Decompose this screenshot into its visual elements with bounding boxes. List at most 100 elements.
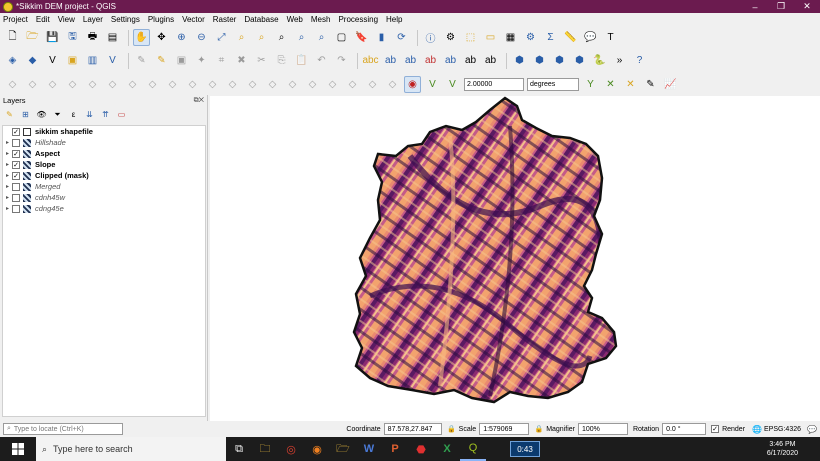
zoom-out-icon[interactable]: ⊖	[193, 29, 210, 46]
digitize-6-icon[interactable]: ◇	[104, 76, 121, 93]
map-canvas[interactable]	[210, 96, 820, 421]
topological-editing-icon[interactable]: Y	[582, 76, 599, 93]
intersection-icon[interactable]: ✕	[602, 76, 619, 93]
label-tool-2-icon[interactable]: ab	[382, 52, 399, 69]
add-virtual-layer-icon[interactable]: V	[104, 52, 121, 69]
digitize-17-icon[interactable]: ◇	[324, 76, 341, 93]
zoom-full-icon[interactable]: ⤢	[213, 29, 230, 46]
digitize-12-icon[interactable]: ◇	[224, 76, 241, 93]
new-project-icon[interactable]: 🗋	[4, 29, 21, 46]
layer-visibility-checkbox[interactable]: ✓	[12, 171, 20, 180]
digitize-19-icon[interactable]: ◇	[364, 76, 381, 93]
help-icon[interactable]: ?	[631, 52, 648, 69]
manage-visibility-icon[interactable]: 👁	[35, 108, 48, 121]
digitize-1-icon[interactable]: ◇	[4, 76, 21, 93]
digitize-4-icon[interactable]: ◇	[64, 76, 81, 93]
layer-visibility-checkbox[interactable]: ✓	[12, 149, 20, 158]
menu-help[interactable]: Help	[386, 15, 402, 24]
expand-arrow-icon[interactable]: ▸	[3, 183, 12, 190]
add-vector-layer-icon[interactable]: ◆	[24, 52, 41, 69]
digitize-13-icon[interactable]: ◇	[244, 76, 261, 93]
collapse-all-icon[interactable]: ⇈	[99, 108, 112, 121]
save-project-icon[interactable]: 💾	[44, 29, 61, 46]
show-bookmarks-icon[interactable]: ▮	[373, 29, 390, 46]
layer-visibility-checkbox[interactable]	[12, 193, 20, 202]
tolerance-unit-select[interactable]: degrees	[527, 77, 579, 91]
expand-arrow-icon[interactable]: ▸	[3, 194, 12, 201]
panel-float-close-icon[interactable]: ⧉✕	[194, 97, 207, 105]
zoom-layer-icon[interactable]: ⌕	[253, 29, 270, 46]
edit-pencil-icon[interactable]: ✎	[133, 52, 150, 69]
zoom-native-icon[interactable]: ⌕	[273, 29, 290, 46]
zoom-in-icon[interactable]: ⊕	[173, 29, 190, 46]
layer-item[interactable]: ▸ ✓ Clipped (mask)	[3, 170, 205, 181]
save-edits-icon[interactable]: ▣	[173, 52, 190, 69]
zoom-next-icon[interactable]: ⌕	[313, 29, 330, 46]
text-annotation-icon[interactable]: T	[602, 29, 619, 46]
digitize-5-icon[interactable]: ◇	[84, 76, 101, 93]
menu-layer[interactable]: Layer	[83, 15, 103, 24]
locator-input[interactable]: ⌕ Type to locate (Ctrl+K)	[3, 423, 123, 435]
minimize-icon[interactable]: –	[742, 2, 768, 12]
magnifier-field[interactable]: 100%	[577, 423, 628, 435]
layer-visibility-checkbox[interactable]: ✓	[12, 127, 20, 136]
crs-globe-icon[interactable]: 🌐	[752, 424, 762, 434]
print-layout-icon[interactable]: 🖶	[84, 29, 101, 46]
remove-layer-icon[interactable]: ▭	[115, 108, 128, 121]
layer-styling-icon[interactable]: ✎	[3, 108, 16, 121]
menu-processing[interactable]: Processing	[338, 15, 378, 24]
coordinate-field[interactable]: 87.578,27.847	[383, 423, 442, 435]
copy-icon[interactable]: ⎘	[273, 52, 290, 69]
excel-icon[interactable]: X	[434, 437, 460, 461]
menu-view[interactable]: View	[58, 15, 75, 24]
move-label-icon[interactable]: ab	[442, 52, 459, 69]
chrome-icon[interactable]: ◎	[278, 437, 304, 461]
recording-timer[interactable]: 0:43	[510, 441, 540, 457]
zoom-last-icon[interactable]: ⌕	[293, 29, 310, 46]
layer-item[interactable]: ✓ sikkim shapefile	[3, 126, 205, 137]
crs-label[interactable]: EPSG:4326	[764, 426, 801, 433]
digitize-8-icon[interactable]: ◇	[144, 76, 161, 93]
close-icon[interactable]: ✕	[794, 1, 820, 12]
layout-manager-icon[interactable]: ▤	[104, 29, 121, 46]
delete-icon[interactable]: ✖	[233, 52, 250, 69]
pan-to-selection-icon[interactable]: ✥	[153, 29, 170, 46]
measure-icon[interactable]: 📏	[562, 29, 579, 46]
maximize-icon[interactable]: ❐	[768, 1, 794, 12]
filter-legend-icon[interactable]: ⏷	[51, 108, 64, 121]
snapping-magnet-icon[interactable]: ◉	[404, 75, 421, 93]
qgis-taskbar-icon[interactable]: Q	[460, 437, 486, 461]
menu-plugins[interactable]: Plugins	[148, 15, 174, 24]
menu-mesh[interactable]: Mesh	[311, 15, 331, 24]
change-label-icon[interactable]: ab	[482, 52, 499, 69]
firefox-icon[interactable]: ◉	[304, 437, 330, 461]
profile-icon[interactable]: 📈	[662, 76, 679, 93]
folder-icon[interactable]: 🗁	[330, 437, 356, 461]
expand-arrow-icon[interactable]: ▸	[3, 205, 12, 212]
system-clock[interactable]: 3:46 PM 6/17/2020	[767, 440, 798, 458]
tolerance-input[interactable]: 2.00000	[464, 77, 524, 91]
digitize-20-icon[interactable]: ◇	[384, 76, 401, 93]
more-tools-icon[interactable]: »	[611, 52, 628, 69]
plugin-1-icon[interactable]: ⬢	[511, 52, 528, 69]
avoid-overlap-icon[interactable]: ✕	[622, 76, 639, 93]
layer-visibility-checkbox[interactable]: ✓	[12, 160, 20, 169]
statistics-icon[interactable]: Σ	[542, 29, 559, 46]
run-action-icon[interactable]: ⚙	[442, 29, 459, 46]
scale-field[interactable]: 1:579069	[479, 423, 530, 435]
toolbox-icon[interactable]: ⚙	[522, 29, 539, 46]
layer-item[interactable]: ▸ cdnh45w	[3, 192, 205, 203]
powerpoint-icon[interactable]: P	[382, 437, 408, 461]
add-feature-icon[interactable]: ✦	[193, 52, 210, 69]
python-console-icon[interactable]: 🐍	[591, 52, 608, 69]
annotation-icon[interactable]: 💬	[582, 29, 599, 46]
paste-icon[interactable]: 📋	[293, 52, 310, 69]
expand-arrow-icon[interactable]: ▸	[3, 172, 12, 179]
pan-icon[interactable]: ✋	[133, 29, 150, 46]
menu-edit[interactable]: Edit	[36, 15, 50, 24]
rotate-label-icon[interactable]: ab	[462, 52, 479, 69]
add-postgis-icon[interactable]: ▥	[84, 52, 101, 69]
menu-project[interactable]: Project	[3, 15, 28, 24]
bookmark-icon[interactable]: 🔖	[353, 29, 370, 46]
menu-vector[interactable]: Vector	[182, 15, 205, 24]
